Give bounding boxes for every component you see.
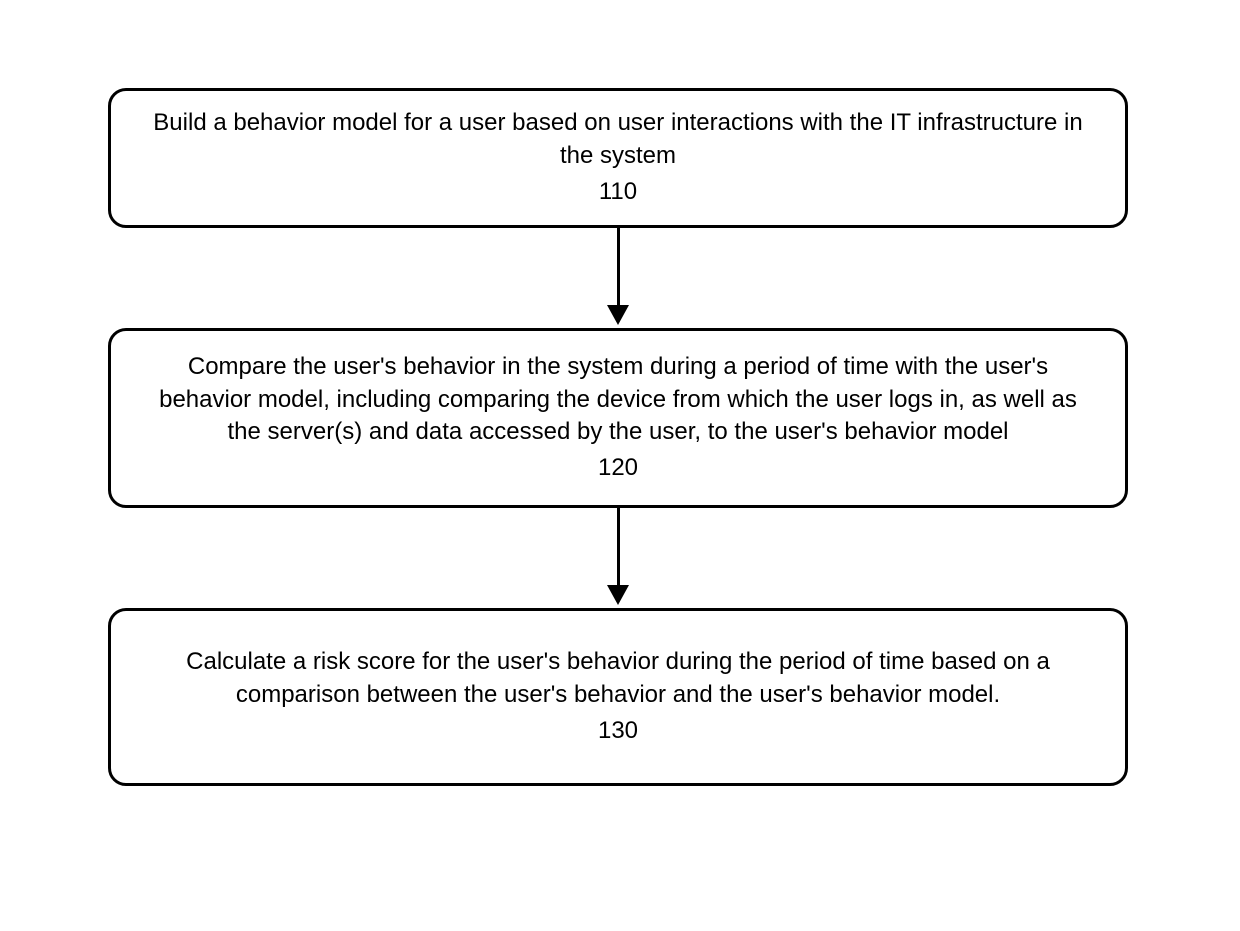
arrow-line-icon: [617, 508, 620, 586]
flow-step-3: Calculate a risk score for the user's be…: [108, 608, 1128, 786]
flow-step-2-number: 120: [151, 452, 1085, 484]
arrow-line-icon: [617, 228, 620, 306]
flow-step-2: Compare the user's behavior in the syste…: [108, 328, 1128, 508]
flow-step-3-text: Calculate a risk score for the user's be…: [151, 646, 1085, 711]
arrow-down-icon: [607, 585, 629, 605]
arrow-down-icon: [607, 305, 629, 325]
flowchart: Build a behavior model for a user based …: [108, 88, 1128, 786]
flow-step-1: Build a behavior model for a user based …: [108, 88, 1128, 228]
flow-step-1-number: 110: [151, 176, 1085, 208]
arrow-1: [607, 228, 629, 328]
arrow-2: [607, 508, 629, 608]
flow-step-1-text: Build a behavior model for a user based …: [151, 107, 1085, 172]
flow-step-3-number: 130: [151, 715, 1085, 747]
flow-step-2-text: Compare the user's behavior in the syste…: [151, 351, 1085, 448]
